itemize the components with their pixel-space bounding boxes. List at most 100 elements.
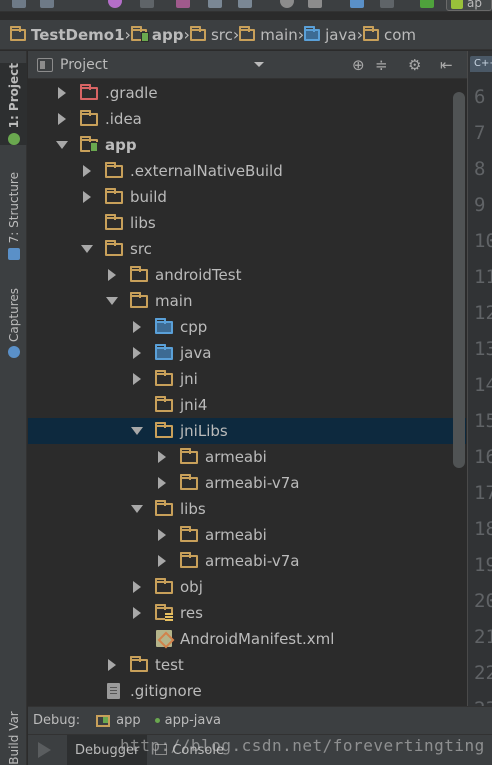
chevron-down-icon[interactable] <box>81 245 93 253</box>
tree-node[interactable]: main <box>28 288 466 314</box>
tree-node-label: res <box>180 604 203 622</box>
breadcrumb-item[interactable]: TestDemo1 <box>10 20 125 49</box>
editor-tab[interactable]: C++ <box>470 56 492 72</box>
run-configuration-select[interactable]: ap <box>446 0 492 11</box>
paste-icon[interactable] <box>238 0 252 8</box>
captures-tool-tab[interactable]: Captures <box>0 285 27 361</box>
breadcrumb-item[interactable]: java <box>304 20 357 49</box>
sync-icon[interactable] <box>40 0 54 8</box>
tree-node-label: armeabi-v7a <box>205 552 300 570</box>
line-number: 11 <box>474 266 492 288</box>
chevron-right-icon[interactable] <box>83 191 91 203</box>
tree-node[interactable]: jniLibs <box>28 418 466 444</box>
tree-node[interactable]: .idea <box>28 106 466 132</box>
line-number: 19 <box>474 554 492 576</box>
tree-node[interactable]: armeabi <box>28 444 466 470</box>
breadcrumb-item[interactable]: src <box>189 20 233 49</box>
line-number: 10 <box>474 230 492 252</box>
chevron-down-icon[interactable] <box>131 427 143 435</box>
tree-node-label: cpp <box>180 318 208 336</box>
tree-node[interactable]: app <box>28 132 466 158</box>
line-number: 6 <box>474 86 486 108</box>
gear-icon[interactable]: ⚙ <box>408 57 421 73</box>
tree-node[interactable]: libs <box>28 210 466 236</box>
line-number: 12 <box>474 302 492 324</box>
build-variants-tool-tab[interactable]: Build Variants <box>0 711 27 765</box>
tree-node[interactable]: jni <box>28 366 466 392</box>
replace-icon[interactable] <box>308 0 322 8</box>
cut-icon[interactable] <box>176 0 190 8</box>
tree-node[interactable]: androidTest <box>28 262 466 288</box>
breadcrumb-item[interactable]: app <box>130 20 184 49</box>
chevron-right-icon[interactable] <box>158 451 166 463</box>
scroll-from-source-icon[interactable]: ⊕ <box>352 57 365 73</box>
tree-node[interactable]: src <box>28 236 466 262</box>
make-icon[interactable] <box>420 0 434 8</box>
tree-node-label: obj <box>180 578 203 596</box>
hide-icon[interactable]: ⇤ <box>440 57 453 73</box>
tree-node[interactable]: cpp <box>28 314 466 340</box>
line-number: 18 <box>474 518 492 540</box>
folder-icon <box>105 162 123 178</box>
folder-icon <box>10 26 26 41</box>
chevron-down-icon[interactable] <box>254 62 264 67</box>
breadcrumb-item[interactable]: com <box>362 20 416 49</box>
chevron-right-icon[interactable] <box>133 347 141 359</box>
tree-node[interactable]: obj <box>28 574 466 600</box>
tree-node[interactable]: build <box>28 184 466 210</box>
tree-node[interactable]: .gitignore <box>28 678 466 704</box>
tree-node[interactable]: libs <box>28 496 466 522</box>
resume-icon[interactable] <box>38 742 51 758</box>
resource-folder-icon <box>155 604 173 621</box>
chevron-right-icon[interactable] <box>158 477 166 489</box>
project-tool-label: 1: Project <box>6 63 21 129</box>
tree-node[interactable]: AndroidManifest.xml <box>28 626 466 652</box>
tree-node-label: jni4 <box>180 396 208 414</box>
chevron-down-icon[interactable] <box>131 505 143 513</box>
tree-node[interactable]: .gradle <box>28 80 466 106</box>
collapse-all-icon[interactable]: ≑ <box>375 57 388 73</box>
debug-session-app[interactable]: app <box>96 713 141 728</box>
chevron-right-icon[interactable] <box>83 165 91 177</box>
forward-icon[interactable] <box>380 0 394 8</box>
copy-icon[interactable] <box>208 0 222 8</box>
chevron-right-icon[interactable] <box>58 87 66 99</box>
chevron-down-icon[interactable] <box>56 141 68 149</box>
save-icon[interactable] <box>12 0 26 8</box>
chevron-right-icon[interactable] <box>133 581 141 593</box>
chevron-right-icon[interactable] <box>58 113 66 125</box>
tree-node-label: AndroidManifest.xml <box>180 630 335 648</box>
line-number: 20 <box>474 590 492 612</box>
tree-node[interactable]: res <box>28 600 466 626</box>
folder-icon <box>155 396 173 412</box>
tree-node[interactable]: test <box>28 652 466 678</box>
undo-icon[interactable] <box>108 0 122 8</box>
project-tool-tab[interactable]: 1: Project <box>0 63 27 145</box>
tree-node[interactable]: armeabi <box>28 522 466 548</box>
breadcrumb-item[interactable]: main <box>239 20 298 49</box>
tree-node[interactable]: armeabi-v7a <box>28 470 466 496</box>
chevron-right-icon[interactable] <box>133 321 141 333</box>
project-view-select[interactable]: Project <box>60 57 108 73</box>
chevron-down-icon[interactable] <box>106 297 118 305</box>
tree-scrollbar[interactable] <box>453 92 465 468</box>
folder-icon <box>155 578 173 594</box>
chevron-right-icon[interactable] <box>133 607 141 619</box>
breadcrumb-label: java <box>325 25 357 44</box>
chevron-right-icon[interactable] <box>133 373 141 385</box>
debug-session-app-java[interactable]: app-java <box>154 713 221 728</box>
structure-tool-tab[interactable]: 7: Structure <box>0 171 27 261</box>
tree-node-label: app <box>105 136 137 154</box>
chevron-right-icon[interactable] <box>108 659 116 671</box>
tree-node[interactable]: java <box>28 340 466 366</box>
tree-node[interactable]: armeabi-v7a <box>28 548 466 574</box>
find-icon[interactable] <box>280 0 294 8</box>
tree-node[interactable]: .externalNativeBuild <box>28 158 466 184</box>
chevron-right-icon[interactable] <box>158 529 166 541</box>
back-icon[interactable] <box>350 0 364 8</box>
chevron-right-icon[interactable] <box>158 555 166 567</box>
tree-node[interactable]: jni4 <box>28 392 466 418</box>
redo-icon[interactable] <box>140 0 154 8</box>
chevron-right-icon[interactable] <box>108 269 116 281</box>
line-number: 16 <box>474 446 492 468</box>
